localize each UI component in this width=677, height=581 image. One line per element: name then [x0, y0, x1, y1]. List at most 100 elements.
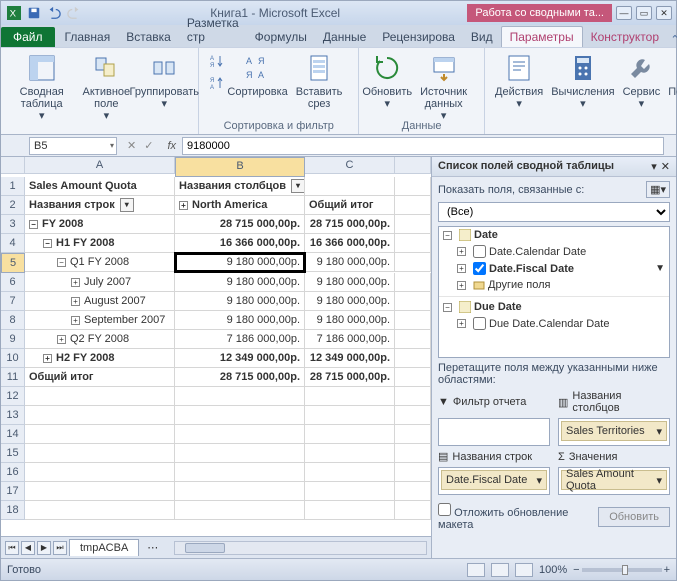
col-header[interactable]: A	[25, 157, 175, 174]
values-area[interactable]: Sales Amount Quota▾	[558, 467, 670, 495]
cell[interactable]: 9 180 000,00p.	[305, 273, 395, 292]
cell[interactable]	[395, 273, 431, 292]
last-sheet-button[interactable]: ⏭	[53, 541, 67, 555]
cell[interactable]	[395, 463, 431, 482]
cancel-icon[interactable]: ✕	[127, 139, 136, 152]
cell[interactable]	[395, 349, 431, 368]
fx-icon[interactable]: fx	[161, 140, 182, 152]
pane-close-icon[interactable]: ✕	[661, 160, 670, 173]
cell[interactable]: Названия строк ▾	[25, 196, 175, 215]
calc-button[interactable]: Вычисления ▾	[547, 50, 618, 116]
sheet-tab[interactable]: tmpACBA	[69, 539, 139, 556]
filter-area[interactable]	[438, 418, 550, 446]
tab-data[interactable]: Данные	[315, 27, 374, 47]
new-sheet-button[interactable]: ⋯	[141, 541, 164, 554]
cell[interactable]	[395, 292, 431, 311]
cell[interactable]	[25, 425, 175, 444]
active-field-button[interactable]: Активное поле ▾	[76, 50, 136, 116]
cell[interactable]	[395, 311, 431, 330]
cell[interactable]: 28 715 000,00p.	[305, 215, 395, 234]
cell[interactable]	[395, 215, 431, 234]
cell[interactable]	[175, 425, 305, 444]
cell[interactable]	[25, 387, 175, 406]
cell[interactable]	[25, 463, 175, 482]
col-header[interactable]: B	[175, 157, 305, 177]
cell[interactable]: Sales Amount Quota	[25, 177, 175, 196]
tab-review[interactable]: Рецензирова	[374, 27, 463, 47]
cell[interactable]: 12 349 000,00p.	[305, 349, 395, 368]
close-button[interactable]: ✕	[656, 6, 672, 20]
cell[interactable]: 9 180 000,00p.	[305, 253, 395, 272]
cell[interactable]	[305, 177, 395, 196]
cell[interactable]: 12 349 000,00p.	[175, 349, 305, 368]
tab-insert[interactable]: Вставка	[118, 27, 179, 47]
pane-dropdown-icon[interactable]: ▾	[651, 160, 657, 173]
row-header[interactable]: 4	[1, 234, 25, 253]
filter-icon[interactable]: ▼	[655, 263, 665, 274]
tab-design[interactable]: Конструктор	[583, 27, 667, 47]
group-button[interactable]: Группировать ▾	[136, 50, 192, 116]
field-tree[interactable]: −Date +Date.Calendar Date +Date.Fiscal D…	[438, 226, 670, 358]
row-header[interactable]: 1	[1, 177, 25, 196]
update-button[interactable]: Обновить	[598, 507, 670, 527]
cell[interactable]: 9 180 000,00p.	[305, 292, 395, 311]
undo-icon[interactable]	[45, 4, 63, 22]
cell[interactable]	[395, 177, 431, 196]
tools-button[interactable]: Сервис ▾	[619, 50, 665, 116]
defer-check[interactable]	[438, 503, 451, 516]
select-all[interactable]	[1, 157, 25, 174]
row-header[interactable]: 3	[1, 215, 25, 234]
h-scrollbar[interactable]	[174, 541, 427, 555]
cell[interactable]	[175, 387, 305, 406]
cell[interactable]	[25, 444, 175, 463]
defer-label[interactable]: Отложить обновление макета	[438, 503, 598, 531]
rows-area[interactable]: Date.Fiscal Date▾	[438, 467, 550, 495]
prev-sheet-button[interactable]: ◀	[21, 541, 35, 555]
cell[interactable]	[25, 482, 175, 501]
cell[interactable]	[175, 406, 305, 425]
slicer-button[interactable]: Вставить срез	[286, 50, 352, 116]
cell[interactable]: 9 180 000,00p.	[175, 311, 305, 330]
first-sheet-button[interactable]: ⏮	[5, 541, 19, 555]
field-fiscal-check[interactable]	[473, 262, 486, 275]
row-header[interactable]: 12	[1, 387, 25, 406]
page-break-button[interactable]	[515, 563, 533, 577]
tab-options[interactable]: Параметры	[501, 26, 583, 47]
field-item-cols[interactable]: Sales Territories▾	[561, 421, 667, 441]
cell[interactable]: −H1 FY 2008	[25, 234, 175, 253]
tab-file[interactable]: Файл	[1, 27, 55, 47]
cell[interactable]: 9 180 000,00p.	[175, 273, 305, 292]
row-header[interactable]: 6	[1, 273, 25, 292]
cell[interactable]: Названия столбцов ▾	[175, 177, 305, 196]
field-duecal-check[interactable]	[473, 317, 486, 330]
cell[interactable]	[305, 425, 395, 444]
zoom-in-button[interactable]: +	[664, 564, 670, 576]
pivot-table-button[interactable]: Сводная таблица ▾	[7, 50, 76, 116]
cell[interactable]: 28 715 000,00p.	[175, 215, 305, 234]
redo-icon[interactable]	[65, 4, 83, 22]
cell[interactable]: +Q2 FY 2008	[25, 330, 175, 349]
minimize-ribbon-icon[interactable]: ⌃	[667, 31, 677, 47]
col-header[interactable]	[395, 157, 431, 174]
cell[interactable]: −Q1 FY 2008	[25, 253, 175, 272]
cell[interactable]: 9 180 000,00p.	[175, 253, 305, 272]
cell[interactable]	[395, 253, 431, 272]
save-icon[interactable]	[25, 4, 43, 22]
sort-desc-button[interactable]: ЯА	[205, 72, 229, 94]
field-cal-check[interactable]	[473, 245, 486, 258]
name-box[interactable]: B5	[29, 137, 117, 155]
cell[interactable]: 28 715 000,00p.	[175, 368, 305, 387]
tab-home[interactable]: Главная	[57, 27, 119, 47]
cell[interactable]	[25, 406, 175, 425]
cell[interactable]: 16 366 000,00p.	[305, 234, 395, 253]
cell[interactable]: Общий итог	[305, 196, 395, 215]
cell[interactable]	[305, 482, 395, 501]
page-layout-button[interactable]	[491, 563, 509, 577]
tab-layout[interactable]: Разметка стр	[179, 13, 247, 47]
cell[interactable]: Общий итог	[25, 368, 175, 387]
columns-area[interactable]: Sales Territories▾	[558, 418, 670, 446]
cell[interactable]	[395, 425, 431, 444]
cell[interactable]	[175, 482, 305, 501]
minimize-button[interactable]: —	[616, 6, 632, 20]
cell[interactable]	[395, 501, 431, 520]
